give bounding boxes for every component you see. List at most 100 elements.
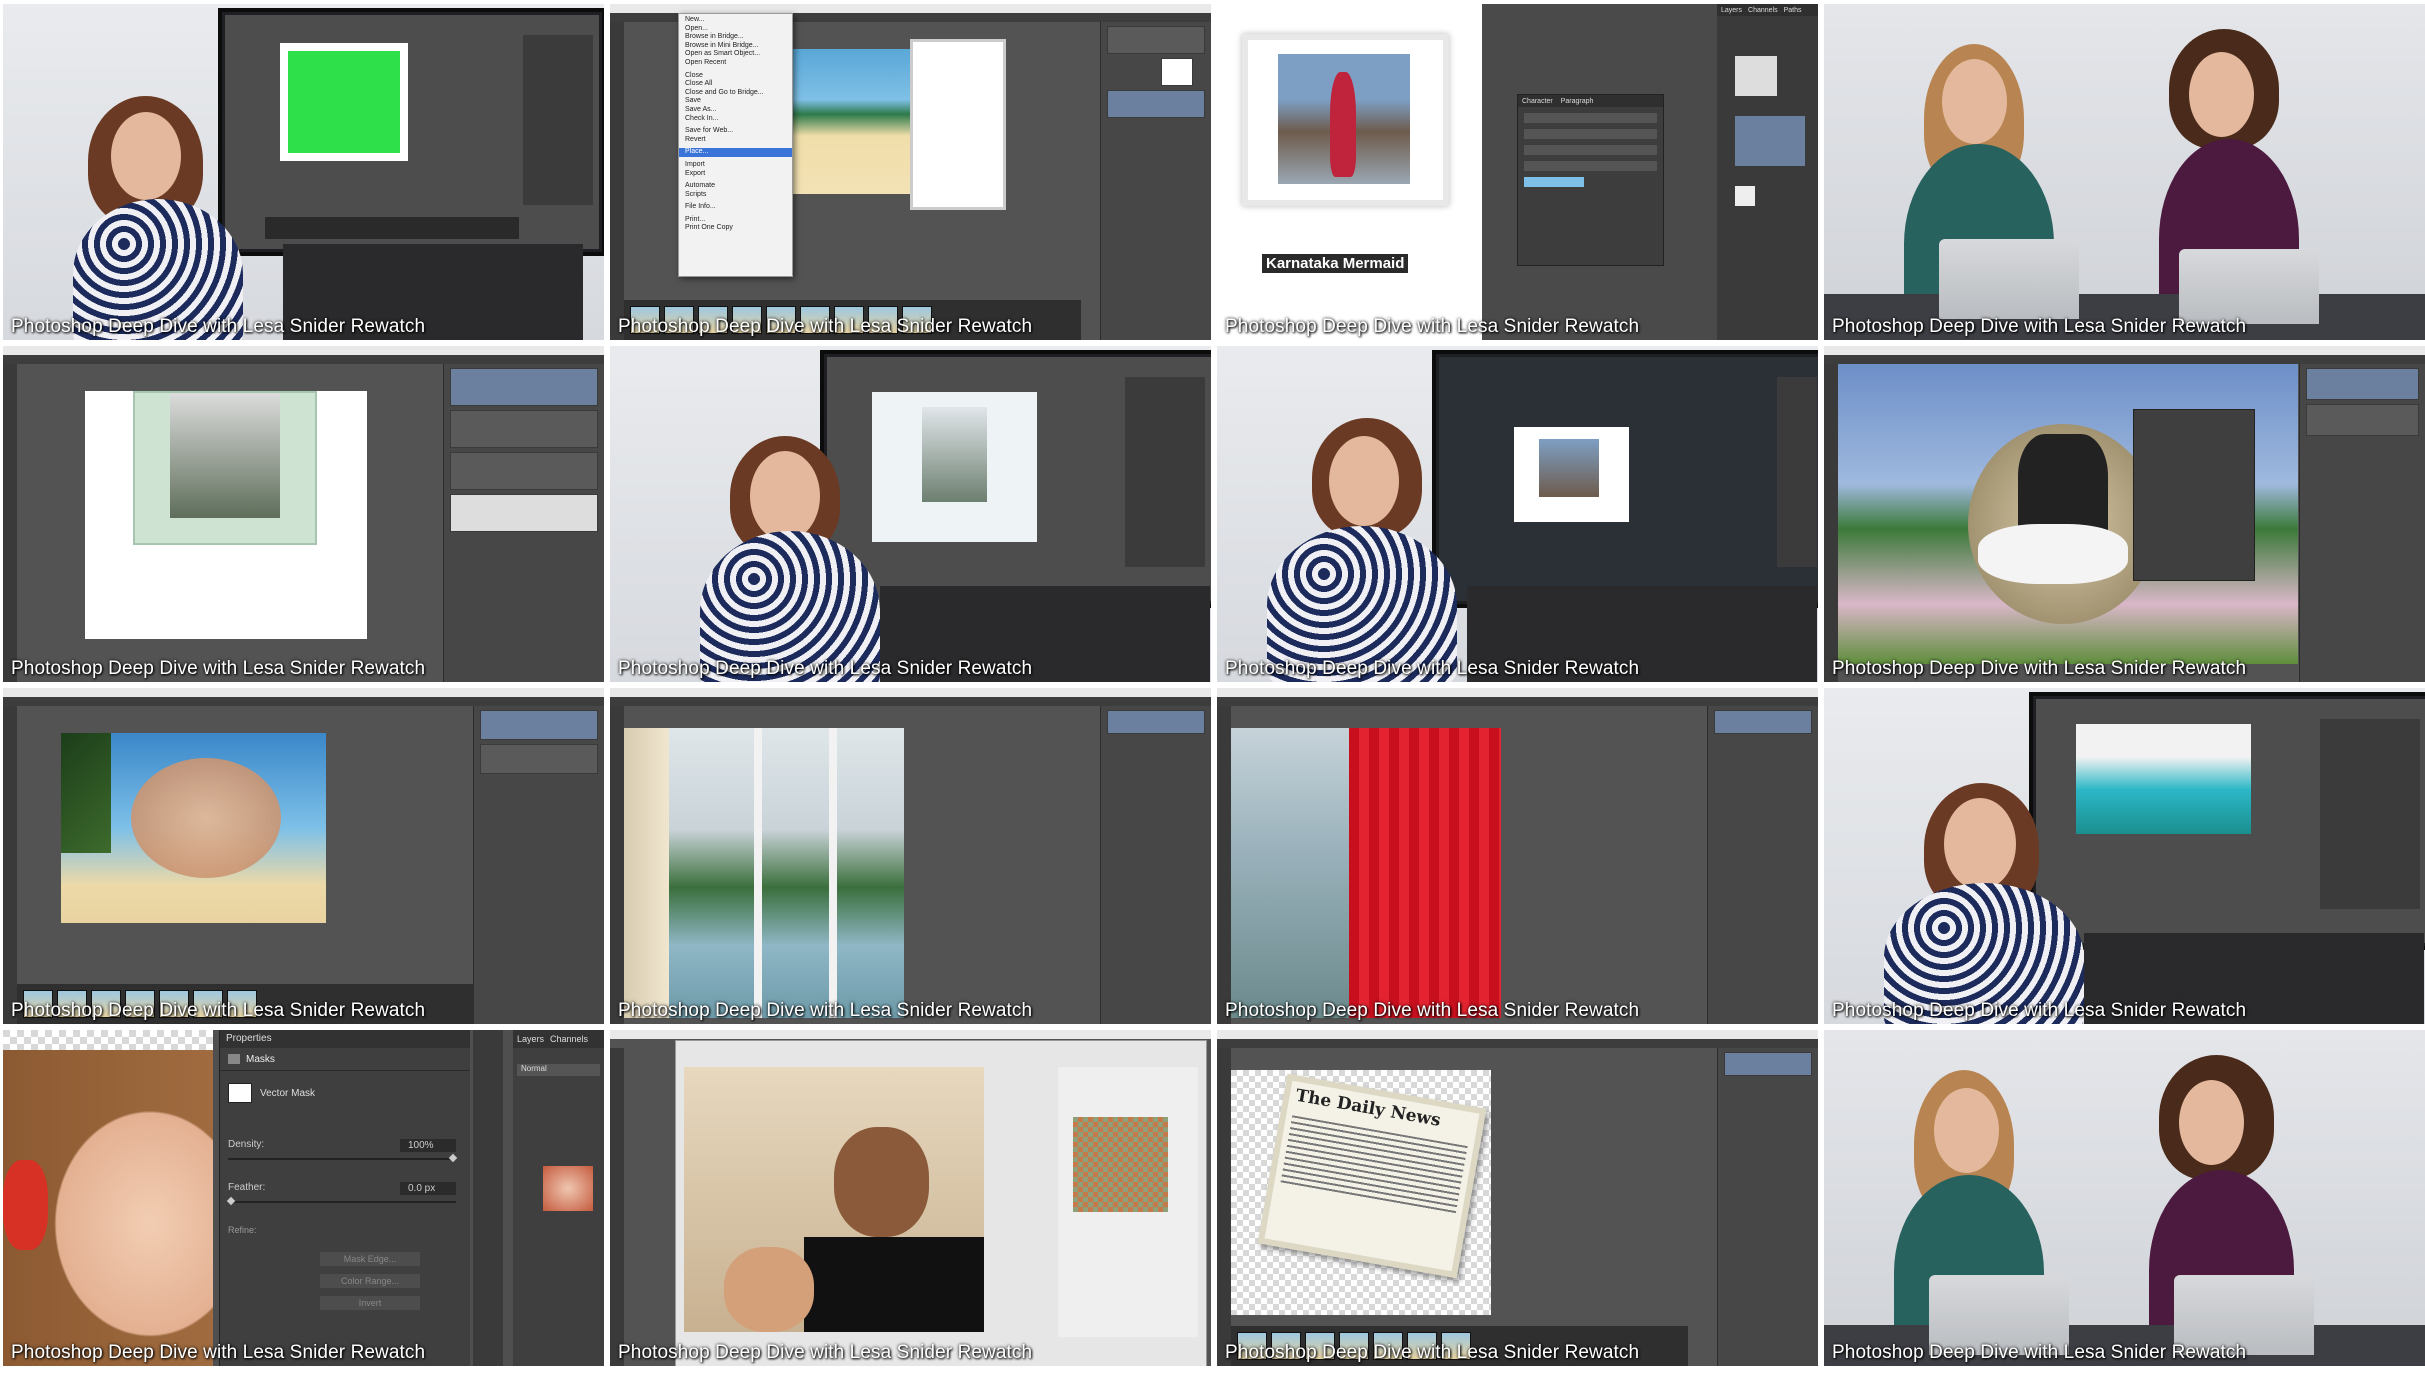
video-caption: Photoshop Deep Dive with Lesa Snider Rew… [11, 1000, 426, 1021]
color-swatch[interactable] [1524, 177, 1584, 187]
density-slider[interactable] [228, 1153, 458, 1163]
layers-panel [1717, 1048, 1818, 1366]
tile-1[interactable]: Photoshop Deep Dive with Lesa Snider Rew… [3, 4, 604, 340]
preview-pane [684, 1067, 984, 1332]
tile-12[interactable]: Photoshop Deep Dive with Lesa Snider Rew… [1824, 688, 2425, 1024]
video-caption: Photoshop Deep Dive with Lesa Snider Rew… [618, 316, 1033, 337]
feather-field[interactable]: 0.0 px [400, 1182, 456, 1195]
tile-3[interactable]: Karnataka Mermaid Character Paragraph La… [1217, 4, 1818, 340]
menu-item[interactable]: Check In... [685, 115, 792, 124]
tile-15[interactable]: The Daily News Photoshop Deep Dive with … [1217, 1030, 1818, 1366]
instructor-face [750, 451, 820, 541]
photoshop-window: Karnataka Mermaid Character Paragraph La… [1217, 4, 1818, 340]
video-caption: Photoshop Deep Dive with Lesa Snider Rew… [11, 1342, 426, 1363]
window-view-photo [624, 728, 904, 1018]
host-2-face [2189, 52, 2254, 137]
mask-edge-button[interactable]: Mask Edge... [320, 1252, 420, 1266]
tab-paths[interactable]: Paths [1784, 7, 1802, 14]
menu-item[interactable]: Open as Smart Object... [685, 50, 792, 59]
menu-item[interactable]: Automate [685, 182, 792, 191]
video-caption: Photoshop Deep Dive with Lesa Snider Rew… [1832, 1000, 2247, 1021]
menu-item[interactable]: File Info... [685, 203, 792, 212]
menu-item[interactable]: Open Recent [685, 59, 792, 68]
properties-panel[interactable]: Properties Masks Vector Mask Density: 10… [219, 1030, 470, 1366]
tab-layers[interactable]: Layers [517, 1034, 544, 1044]
file-menu-items: New... Open... Browse in Bridge... Brows… [679, 16, 792, 233]
video-thumbnail-grid: Photoshop Deep Dive with Lesa Snider Rew… [0, 0, 2425, 1373]
menu-item[interactable]: Close and Go to Bridge... [685, 89, 792, 98]
menu-item[interactable]: Export [685, 170, 792, 179]
file-menu[interactable]: New... Open... Browse in Bridge... Brows… [678, 13, 793, 277]
palm-tree [61, 733, 111, 853]
menu-item[interactable]: Close [685, 72, 792, 81]
red-curtain [1349, 728, 1501, 1018]
feather-slider[interactable] [226, 1196, 456, 1206]
tile-6[interactable]: Photoshop Deep Dive with Lesa Snider Rew… [610, 346, 1211, 682]
tile-4[interactable]: Photoshop Deep Dive with Lesa Snider Rew… [1824, 4, 2425, 340]
menu-item[interactable]: Revert [685, 136, 792, 145]
layers-panel: Layers Channels Normal [513, 1030, 604, 1366]
layer-thumbnail[interactable] [543, 1166, 593, 1211]
menu-item-place[interactable]: Place... [679, 148, 792, 157]
layers-panel [473, 706, 604, 1024]
invert-button[interactable]: Invert [320, 1296, 420, 1310]
menu-item[interactable]: Browse in Mini Bridge... [685, 42, 792, 51]
bride-face [724, 1247, 814, 1332]
menu-item[interactable]: Save As... [685, 106, 792, 115]
vector-mask-thumbnail-icon[interactable] [228, 1083, 252, 1103]
tile-5[interactable]: Photoshop Deep Dive with Lesa Snider Rew… [3, 346, 604, 682]
tile-9[interactable]: Photoshop Deep Dive with Lesa Snider Rew… [3, 688, 604, 1024]
mountain-photo [1231, 728, 1501, 1018]
menu-item[interactable]: Import [685, 161, 792, 170]
layers-panel [2299, 364, 2425, 682]
tile-16[interactable]: Photoshop Deep Dive with Lesa Snider Rew… [1824, 1030, 2425, 1366]
character-panel[interactable]: Character Paragraph [1517, 94, 1664, 266]
transparent-canvas: The Daily News [1231, 1070, 1491, 1315]
tab-layers[interactable]: Layers [1721, 7, 1742, 14]
menu-item[interactable]: Browse in Bridge... [685, 33, 792, 42]
menu-item[interactable]: Print One Copy [685, 224, 792, 233]
tab-character[interactable]: Character [1522, 98, 1553, 105]
tile-2[interactable]: New... Open... Browse in Bridge... Brows… [610, 4, 1211, 340]
blend-mode-select[interactable]: Normal [517, 1064, 600, 1076]
tab-channels[interactable]: Channels [1748, 7, 1778, 14]
tile-14[interactable]: Photoshop Deep Dive with Lesa Snider Rew… [610, 1030, 1211, 1366]
vector-mask-label: Vector Mask [260, 1087, 316, 1099]
layers-panel: Layers Channels Paths [1717, 4, 1818, 340]
green-screen-image [288, 51, 400, 153]
layers-panel [1707, 706, 1818, 1024]
menu-item[interactable]: Scripts [685, 191, 792, 200]
color-range-button[interactable]: Color Range... [320, 1274, 420, 1288]
tile-13[interactable]: Properties Masks Vector Mask Density: 10… [3, 1030, 604, 1366]
tile-8[interactable]: Photoshop Deep Dive with Lesa Snider Rew… [1824, 346, 2425, 682]
menu-item[interactable]: Save [685, 97, 792, 106]
video-caption: Photoshop Deep Dive with Lesa Snider Rew… [618, 658, 1033, 679]
starfish [3, 1160, 48, 1250]
feather-label: Feather: [228, 1182, 266, 1193]
tile-11[interactable]: Photoshop Deep Dive with Lesa Snider Rew… [1217, 688, 1818, 1024]
menu-item[interactable]: New... [685, 16, 792, 25]
tile-10[interactable]: Photoshop Deep Dive with Lesa Snider Rew… [610, 688, 1211, 1024]
tile-7[interactable]: Photoshop Deep Dive with Lesa Snider Rew… [1217, 346, 1818, 682]
density-field[interactable]: 100% [400, 1139, 456, 1152]
save-for-web-dialog[interactable] [675, 1040, 1207, 1366]
newspaper: The Daily News [1257, 1073, 1487, 1279]
menu-item[interactable]: Open... [685, 25, 792, 34]
host-2-face [2179, 1080, 2244, 1165]
density-label: Density: [228, 1139, 265, 1150]
title-text-layer[interactable]: Karnataka Mermaid [1262, 254, 1409, 273]
video-caption: Photoshop Deep Dive with Lesa Snider Rew… [1832, 316, 2247, 337]
tab-channels[interactable]: Channels [550, 1034, 588, 1044]
beach-woman-photo [170, 393, 280, 518]
settings-pane [1058, 1067, 1198, 1337]
canvas [85, 391, 367, 639]
menu-item[interactable]: Save for Web... [685, 127, 792, 136]
tab-paragraph[interactable]: Paragraph [1561, 98, 1594, 105]
mask-properties-dialog[interactable] [2133, 409, 2255, 581]
color-table [1073, 1117, 1168, 1212]
masks-heading: Masks [246, 1053, 275, 1065]
laptop-1 [1939, 239, 2079, 319]
menu-item[interactable]: Print... [685, 216, 792, 225]
menu-item[interactable]: Close All [685, 80, 792, 89]
video-caption: Photoshop Deep Dive with Lesa Snider Rew… [11, 658, 426, 679]
